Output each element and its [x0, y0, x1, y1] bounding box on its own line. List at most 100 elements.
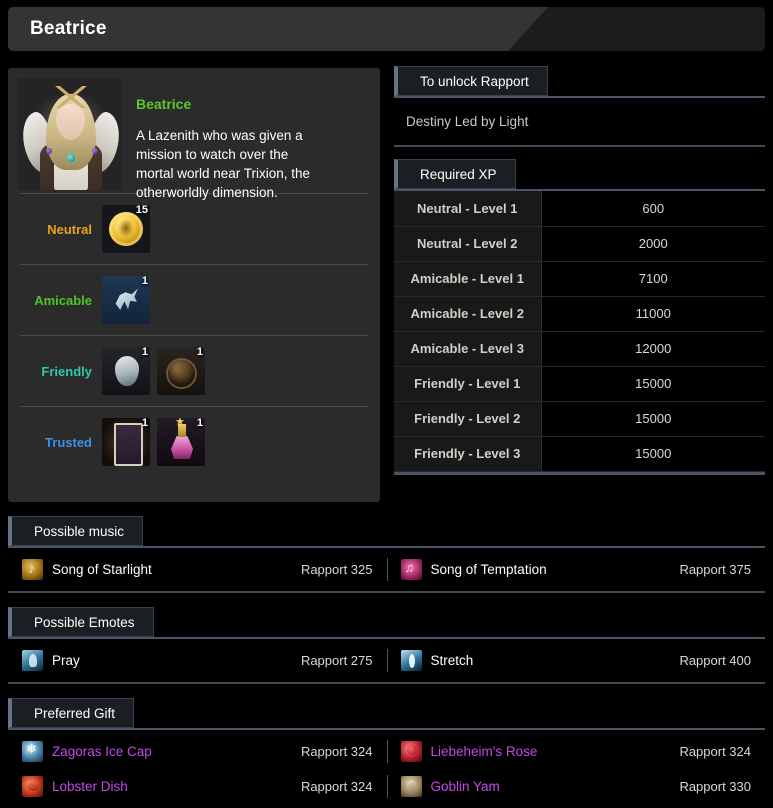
emote-entry[interactable]: Stretch Rapport 400: [386, 643, 766, 678]
xp-level-label: Neutral - Level 1: [394, 191, 542, 227]
gift-entry[interactable]: Goblin Yam Rapport 330: [386, 769, 766, 804]
zagoras-ice-cap-icon: [22, 741, 43, 762]
pray-emote-icon: [22, 650, 43, 671]
gift-name: Lobster Dish: [52, 779, 128, 794]
window-titlebar: Beatrice: [8, 7, 765, 51]
gift-rows: Zagoras Ice Cap Rapport 324 Liebeheim's …: [8, 730, 765, 804]
gift-section-header: Preferred Gift: [8, 698, 765, 728]
music-header-tab: Possible music: [8, 516, 144, 546]
liebeheims-rose-icon: [400, 741, 422, 762]
table-row: Amicable - Level 3 12000: [394, 331, 765, 367]
unlock-divider: [394, 145, 765, 147]
song-of-starlight-icon: [22, 559, 43, 580]
emote-rapport: Rapport 275: [300, 653, 373, 668]
pink-flask-icon[interactable]: 1: [157, 418, 205, 466]
lobster-dish-icon: [22, 776, 43, 797]
table-row: Amicable - Level 2 11000: [394, 296, 765, 332]
music-entry[interactable]: Song of Temptation Rapport 375: [386, 552, 766, 587]
table-row: Friendly - Level 2 15000: [394, 401, 765, 437]
music-entry[interactable]: Song of Starlight Rapport 325: [8, 552, 387, 587]
music-section-bottom-divider: [8, 591, 765, 593]
possible-music-section: Possible music Song of Starlight Rapport…: [8, 516, 765, 593]
required-xp-table-footer: [394, 471, 765, 475]
emotes-section-header: Possible Emotes: [8, 607, 765, 637]
table-row: Neutral - Level 2 2000: [394, 226, 765, 262]
gift-rapport: Rapport 330: [679, 779, 751, 794]
music-name: Song of Starlight: [52, 562, 152, 577]
xp-level-label: Friendly - Level 3: [394, 436, 542, 472]
gift-name: Zagoras Ice Cap: [52, 744, 152, 759]
gift-entry[interactable]: Zagoras Ice Cap Rapport 324: [8, 734, 387, 769]
emote-rapport: Rapport 400: [679, 653, 751, 668]
required-xp-header-tab: Required XP: [394, 159, 516, 189]
gold-coin-shape: [109, 212, 143, 246]
gift-name: Goblin Yam: [430, 779, 500, 794]
list-item: Pray Rapport 275 Stretch Rapport 400: [8, 643, 765, 678]
tier-row: Friendly 1 1: [20, 335, 368, 406]
mount-card-icon[interactable]: 1: [102, 276, 150, 324]
required-xp-table: Neutral - Level 1 600 Neutral - Level 2 …: [394, 191, 765, 472]
emotes-header-tab: Possible Emotes: [8, 607, 154, 637]
gift-entry[interactable]: Lobster Dish Rapport 324: [8, 769, 387, 804]
xp-level-label: Neutral - Level 2: [394, 226, 542, 262]
emote-name: Stretch: [430, 653, 474, 668]
rapport-info-column: To unlock Rapport Destiny Led by Light R…: [394, 66, 765, 475]
music-name: Song of Temptation: [430, 562, 547, 577]
goblin-yam-icon: [400, 776, 422, 797]
gift-rapport: Rapport 324: [679, 744, 751, 759]
list-item: Lobster Dish Rapport 324 Goblin Yam Rapp…: [8, 769, 765, 804]
xp-value: 15000: [541, 401, 765, 437]
emote-entry[interactable]: Pray Rapport 275: [8, 643, 387, 678]
music-rapport: Rapport 325: [300, 562, 373, 577]
xp-value: 11000: [541, 296, 765, 332]
tarot-card-icon[interactable]: 1: [102, 418, 150, 466]
character-text: Beatrice A Lazenith who was given a miss…: [136, 78, 326, 200]
tier-row: Amicable 1: [20, 264, 368, 335]
list-item: Song of Starlight Rapport 325 Song of Te…: [8, 552, 765, 587]
potion-jug-icon[interactable]: 1: [157, 347, 205, 395]
xp-level-label: Amicable - Level 1: [394, 261, 542, 297]
xp-value: 7100: [541, 261, 765, 297]
item-quantity: 1: [141, 347, 148, 358]
xp-level-label: Amicable - Level 2: [394, 296, 542, 332]
emotes-rows: Pray Rapport 275 Stretch Rapport 400: [8, 639, 765, 678]
unlock-section-header: To unlock Rapport: [394, 66, 765, 96]
character-card: Beatrice A Lazenith who was given a miss…: [8, 68, 380, 502]
tier-label-amicable: Amicable: [34, 292, 92, 308]
column-separator: [386, 649, 388, 672]
music-section-header: Possible music: [8, 516, 765, 546]
required-xp-section-header: Required XP: [394, 159, 765, 189]
possible-emotes-section: Possible Emotes Pray Rapport 275 Stretch…: [8, 607, 765, 684]
tier-items: 15: [102, 205, 150, 253]
item-quantity: 1: [141, 276, 148, 287]
xp-value: 600: [541, 191, 765, 227]
preferred-gift-section: Preferred Gift Zagoras Ice Cap Rapport 3…: [8, 698, 765, 804]
music-rows: Song of Starlight Rapport 325 Song of Te…: [8, 548, 765, 587]
gold-coin-icon[interactable]: 15: [102, 205, 150, 253]
table-row: Amicable - Level 1 7100: [394, 261, 765, 297]
emotes-section-bottom-divider: [8, 682, 765, 684]
character-summary: Beatrice A Lazenith who was given a miss…: [8, 68, 380, 200]
gift-rapport: Rapport 324: [300, 744, 373, 759]
xp-value: 15000: [541, 436, 765, 472]
character-portrait: [18, 78, 122, 190]
tier-row: Neutral 15: [20, 193, 368, 264]
rapport-page: Beatrice Beatrice A Lazenith who was giv…: [0, 0, 773, 808]
song-of-temptation-icon: [400, 559, 422, 580]
portrait-gem-icon: [67, 154, 75, 162]
gift-header-tab: Preferred Gift: [8, 698, 135, 728]
page-title: Beatrice: [30, 18, 107, 39]
gift-name: Liebeheim's Rose: [430, 744, 538, 759]
column-separator: [386, 558, 388, 581]
gift-entry[interactable]: Liebeheim's Rose Rapport 324: [386, 734, 766, 769]
heart-icon[interactable]: 1: [102, 347, 150, 395]
character-description: A Lazenith who was given a mission to wa…: [136, 128, 311, 201]
emote-name: Pray: [52, 653, 80, 668]
tier-label-trusted: Trusted: [45, 434, 92, 450]
table-row: Friendly - Level 3 15000: [394, 436, 765, 472]
flask-cap-icon: [175, 418, 186, 437]
item-quantity: 1: [196, 418, 203, 429]
gift-rapport: Rapport 324: [300, 779, 373, 794]
tier-label-neutral: Neutral: [47, 221, 92, 237]
xp-value: 12000: [541, 331, 765, 367]
